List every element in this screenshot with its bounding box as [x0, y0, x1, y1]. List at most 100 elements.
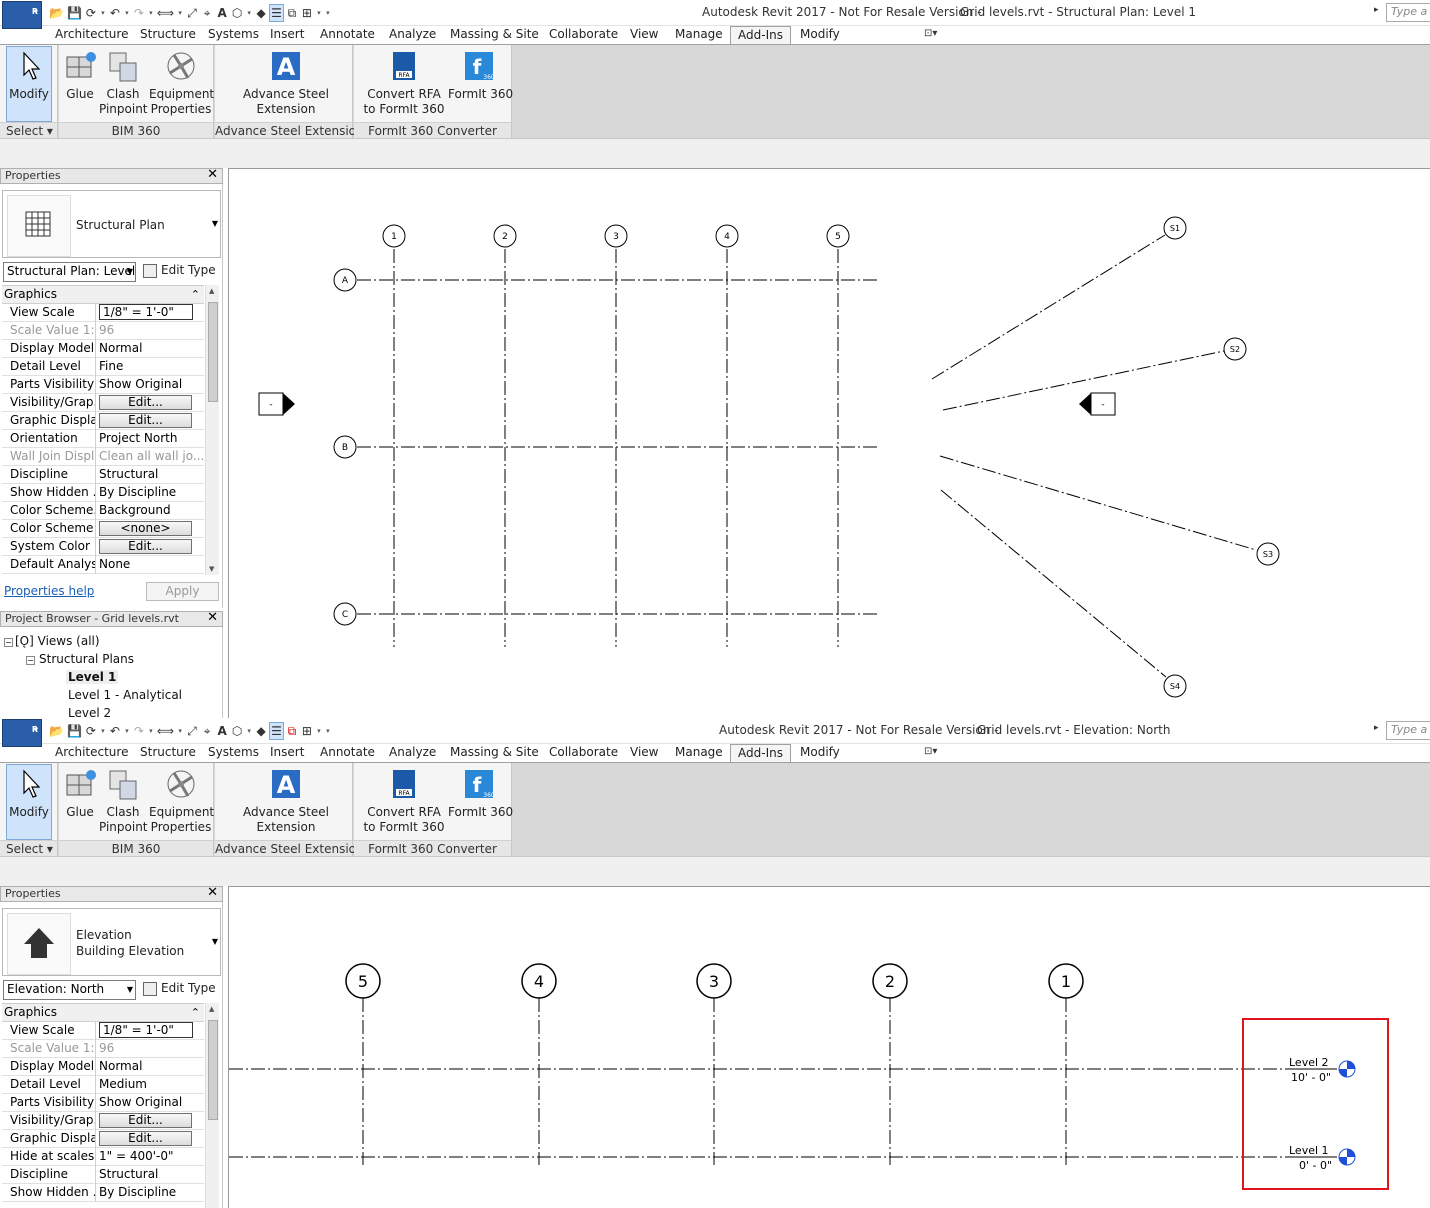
- property-row[interactable]: Graphic Displa...Edit...: [2, 412, 204, 430]
- grid-head-5[interactable]: 5: [345, 963, 381, 999]
- property-row[interactable]: Scale Value 1: 96: [2, 322, 204, 340]
- property-edit-button[interactable]: Edit...: [99, 539, 192, 554]
- close-icon[interactable]: ✕: [207, 168, 218, 182]
- level-head-2[interactable]: Level 2 10' - 0": [1287, 1056, 1356, 1084]
- tree-item-level-1-analytical[interactable]: Level 1 - Analytical: [68, 688, 182, 702]
- property-row[interactable]: Display Model Normal: [2, 340, 204, 358]
- property-row[interactable]: Discipline Structural: [2, 466, 204, 484]
- customize-qat-icon[interactable]: ▾: [324, 4, 332, 22]
- tab-structure[interactable]: Structure: [133, 744, 203, 762]
- grid-head-4[interactable]: 4: [521, 963, 557, 999]
- grid-head-1[interactable]: 1: [382, 224, 406, 248]
- formit360-button[interactable]: f 360 FormIt 360: [448, 765, 513, 820]
- 3d-view-icon[interactable]: ⬡: [230, 722, 244, 740]
- tab-manage[interactable]: Manage: [668, 26, 730, 44]
- open-icon[interactable]: 📂: [48, 4, 65, 22]
- thin-lines-icon[interactable]: ☰: [269, 4, 284, 22]
- properties-scrollbar[interactable]: ▲ ▼: [205, 285, 219, 575]
- glue-button[interactable]: Glue: [61, 47, 99, 102]
- glue-button[interactable]: Glue: [61, 765, 99, 820]
- revit-app-button[interactable]: R ▾: [2, 719, 42, 747]
- property-row[interactable]: Display Model Normal: [2, 1058, 204, 1076]
- property-row[interactable]: Color Scheme... Background: [2, 502, 204, 520]
- dropdown-icon[interactable]: ▾: [99, 722, 107, 740]
- sync-icon[interactable]: ⟳: [84, 722, 98, 740]
- scroll-down-icon[interactable]: ▼: [209, 565, 214, 573]
- property-edit-button[interactable]: Edit...: [99, 1131, 192, 1146]
- property-edit-button[interactable]: <none>: [99, 521, 192, 536]
- tab-architecture[interactable]: Architecture: [48, 744, 135, 762]
- text-icon[interactable]: A: [215, 4, 229, 22]
- view-instance-selector[interactable]: Elevation: North ▼: [3, 980, 136, 1000]
- dropdown-icon[interactable]: ▾: [315, 722, 323, 740]
- section-icon[interactable]: ◆: [254, 722, 268, 740]
- dropdown-icon[interactable]: ▾: [123, 4, 131, 22]
- dropdown-icon[interactable]: ▾: [147, 722, 155, 740]
- property-row[interactable]: View Scale 1/8" = 1'-0": [2, 1022, 204, 1040]
- grid-head-3[interactable]: 3: [604, 224, 628, 248]
- close-hidden-icon[interactable]: ⧉: [285, 722, 299, 740]
- property-value-input[interactable]: 1/8" = 1'-0": [99, 1022, 193, 1038]
- level-head-1[interactable]: Level 1 0' - 0": [1287, 1144, 1356, 1172]
- tab-systems[interactable]: Systems: [201, 744, 266, 762]
- tab-collaborate[interactable]: Collaborate: [542, 26, 625, 44]
- modify-button[interactable]: Modify: [6, 764, 52, 840]
- sync-icon[interactable]: ⟳: [84, 4, 98, 22]
- advance-steel-extension-button[interactable]: A Advance Steel Extension: [243, 47, 329, 117]
- property-row[interactable]: Parts Visibility Show Original: [2, 1094, 204, 1112]
- scroll-up-icon[interactable]: ▲: [209, 1005, 214, 1013]
- dropdown-icon[interactable]: ▾: [123, 722, 131, 740]
- property-row[interactable]: Hide at scales ...1" = 400'-0": [2, 1148, 204, 1166]
- graphics-section[interactable]: Graphics ⌃: [2, 286, 204, 304]
- property-row[interactable]: Visibility/Grap... Edit...: [2, 394, 204, 412]
- ribbon-minimize-icon[interactable]: ⊡▾: [924, 28, 937, 39]
- advance-steel-extension-button[interactable]: A Advance Steel Extension: [243, 765, 329, 835]
- graphics-section[interactable]: Graphics ⌃: [2, 1004, 204, 1022]
- property-row[interactable]: Detail Level Fine: [2, 358, 204, 376]
- redo-icon[interactable]: ↷: [132, 4, 146, 22]
- tab-annotate[interactable]: Annotate: [313, 744, 382, 762]
- select-dropdown[interactable]: Select ▾: [0, 122, 57, 139]
- property-row[interactable]: Wall Join Displ...Clean all wall jo...: [2, 448, 204, 466]
- tree-item-level-1[interactable]: Level 1: [66, 670, 119, 684]
- tab-modify[interactable]: Modify: [793, 744, 847, 762]
- grid-head-s1[interactable]: S1: [1163, 216, 1187, 240]
- tab-insert[interactable]: Insert: [263, 744, 311, 762]
- property-row[interactable]: Show Hidden ... By Discipline: [2, 1184, 204, 1202]
- section-icon[interactable]: ◆: [254, 4, 268, 22]
- open-icon[interactable]: 📂: [48, 722, 65, 740]
- property-row[interactable]: Orientation Project North: [2, 430, 204, 448]
- tab-massing-site[interactable]: Massing & Site: [443, 744, 546, 762]
- tab-annotate[interactable]: Annotate: [313, 26, 382, 44]
- tab-view[interactable]: View: [623, 26, 665, 44]
- tab-modify[interactable]: Modify: [793, 26, 847, 44]
- tree-item-level-2[interactable]: Level 2: [68, 706, 111, 718]
- property-row[interactable]: Discipline Structural: [2, 1166, 204, 1184]
- grid-line-s4[interactable]: [940, 489, 1167, 678]
- view-instance-selector[interactable]: Structural Plan: Level ▼: [3, 262, 136, 282]
- grid-head-s2[interactable]: S2: [1223, 337, 1247, 361]
- grid-head-s4[interactable]: S4: [1163, 674, 1187, 698]
- switch-windows-icon[interactable]: ⊞: [300, 4, 314, 22]
- grid-head-a[interactable]: A: [333, 268, 357, 292]
- tab-manage[interactable]: Manage: [668, 744, 730, 762]
- elevation-view-canvas[interactable]: 5 4 3 2 1 Level 2 10' - 0" Level 1 0' - …: [228, 886, 1430, 1208]
- grid-head-s3[interactable]: S3: [1256, 542, 1280, 566]
- ribbon-minimize-icon[interactable]: ⊡▾: [924, 746, 937, 757]
- plan-view-canvas[interactable]: 1 2 3 4 5 A B C S1 S2 S3 S4 - -: [228, 168, 1430, 718]
- property-row[interactable]: Graphic Displa...Edit...: [2, 1130, 204, 1148]
- redo-icon[interactable]: ↷: [132, 722, 146, 740]
- dimension-icon[interactable]: ⤢: [185, 4, 199, 22]
- scroll-thumb[interactable]: [208, 302, 218, 402]
- close-hidden-icon[interactable]: ⧉: [285, 4, 299, 22]
- type-selector[interactable]: Structural Plan ▼: [2, 190, 221, 258]
- edit-type-button[interactable]: Edit Type: [143, 981, 216, 996]
- equipment-properties-button[interactable]: Equipment Properties: [149, 765, 214, 835]
- dropdown-icon[interactable]: ▾: [176, 722, 184, 740]
- tab-massing-site[interactable]: Massing & Site: [443, 26, 546, 44]
- edit-type-button[interactable]: Edit Type: [143, 263, 216, 278]
- elevation-marker-east[interactable]: -: [1079, 392, 1116, 416]
- property-row[interactable]: Parts Visibility Show Original: [2, 376, 204, 394]
- tab-view[interactable]: View: [623, 744, 665, 762]
- property-row[interactable]: Scale Value 1: 96: [2, 1040, 204, 1058]
